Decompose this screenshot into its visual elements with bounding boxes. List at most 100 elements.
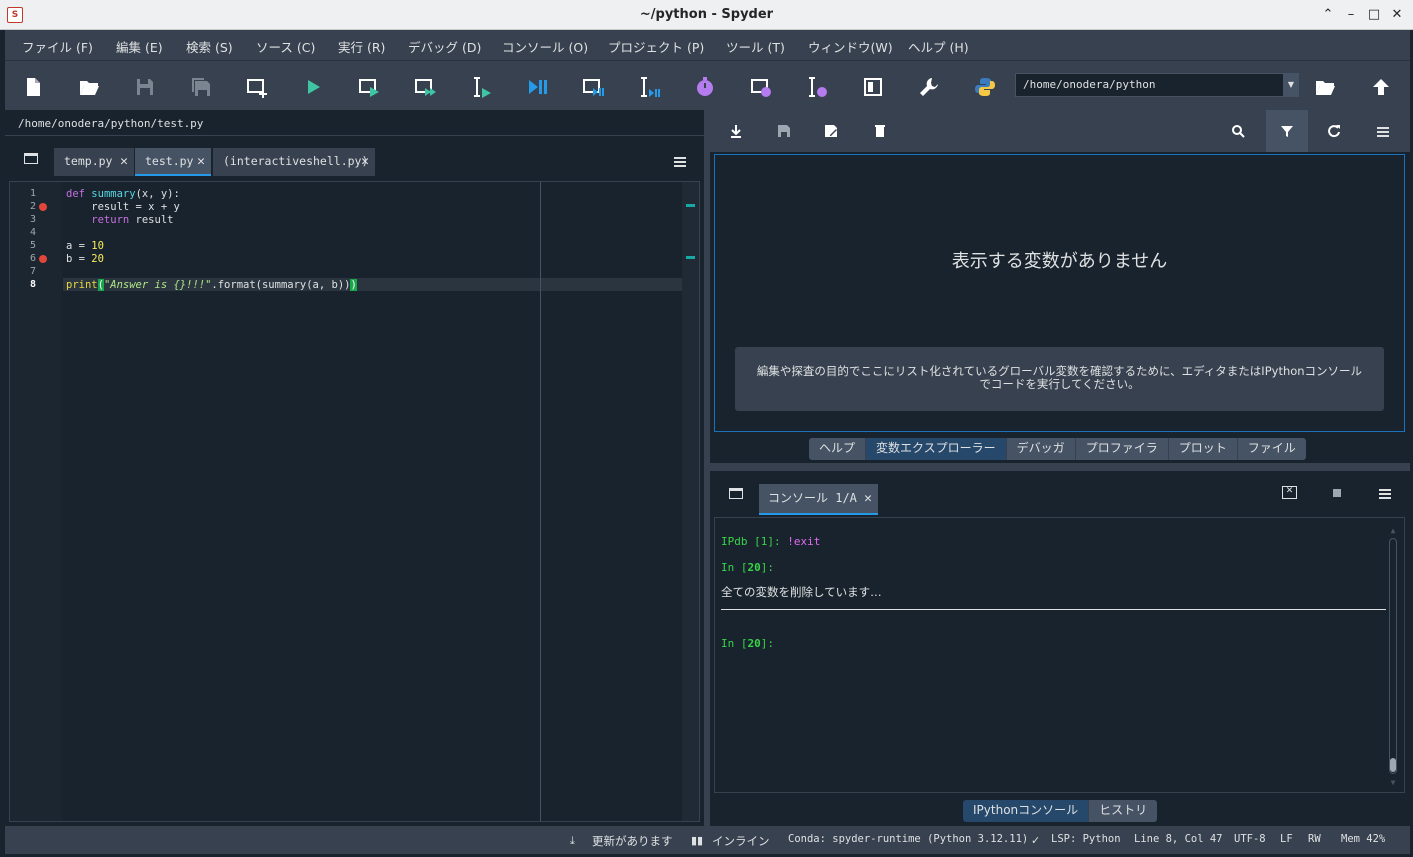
menu-edit[interactable]: 編集 (E) bbox=[116, 37, 163, 56]
menu-debug[interactable]: デバッグ (D) bbox=[408, 37, 481, 56]
close-icon[interactable]: ✕ bbox=[864, 484, 872, 513]
breakpoint-icon[interactable] bbox=[39, 255, 47, 263]
search-icon[interactable] bbox=[1228, 121, 1248, 141]
run-file-icon[interactable] bbox=[299, 73, 327, 101]
main-toolbar: /home/onodera/python ▼ bbox=[5, 60, 1410, 110]
scroll-thumb[interactable] bbox=[1390, 758, 1396, 772]
code-line: def summary(x, y): bbox=[66, 188, 180, 200]
run-selection-icon[interactable] bbox=[467, 73, 495, 101]
chevron-down-icon[interactable]: ▼ bbox=[1283, 73, 1299, 97]
status-inline[interactable]: インライン bbox=[712, 833, 770, 849]
horizontal-splitter[interactable] bbox=[710, 463, 1410, 471]
save-data-as-icon[interactable] bbox=[821, 121, 841, 141]
variable-explorer-toolbar bbox=[710, 110, 1410, 152]
code-line: print("Answer is {}!!!".format(summary(a… bbox=[66, 279, 357, 291]
open-file-icon[interactable] bbox=[75, 73, 103, 101]
close-icon[interactable]: ✕ bbox=[197, 148, 205, 175]
tab-profiler[interactable]: プロファイラ bbox=[1075, 438, 1169, 460]
line-number: 5 bbox=[29, 240, 36, 251]
tab-plots[interactable]: プロット bbox=[1168, 438, 1238, 460]
variable-list[interactable]: 表示する変数がありません 編集や探査の目的でここにリスト化されているグローバル変… bbox=[714, 154, 1405, 432]
empty-state-help: 編集や探査の目的でここにリスト化されているグローバル変数を確認するために、エディ… bbox=[735, 347, 1384, 411]
scroll-marker bbox=[686, 256, 695, 259]
editor-options-menu-icon[interactable] bbox=[674, 157, 686, 167]
tab-label: temp.py bbox=[64, 154, 113, 168]
debug-file-icon[interactable] bbox=[523, 73, 551, 101]
profile-selection-icon[interactable] bbox=[803, 73, 831, 101]
chevron-down-icon[interactable]: ▼ bbox=[1387, 778, 1399, 787]
new-cell-icon[interactable] bbox=[243, 73, 271, 101]
profile-cell-icon[interactable] bbox=[747, 73, 775, 101]
tab-debugger[interactable]: デバッガ bbox=[1006, 438, 1076, 460]
console-options-icon[interactable] bbox=[1379, 489, 1391, 499]
line-number: 2 bbox=[29, 201, 36, 212]
remove-all-variables-icon[interactable] bbox=[870, 121, 890, 141]
menu-file[interactable]: ファイル (F) bbox=[22, 37, 93, 56]
maximize-button[interactable]: □ bbox=[1364, 5, 1384, 25]
menu-run[interactable]: 実行 (R) bbox=[338, 37, 385, 56]
tab-ipython-console[interactable]: IPythonコンソール bbox=[963, 800, 1090, 822]
python-path-icon[interactable] bbox=[971, 73, 999, 101]
minimize-button[interactable]: – bbox=[1341, 5, 1361, 25]
maximize-pane-icon[interactable] bbox=[859, 73, 887, 101]
check-icon: ✓ bbox=[1031, 834, 1041, 847]
run-cell-advance-icon[interactable] bbox=[411, 73, 439, 101]
filter-icon[interactable] bbox=[1266, 110, 1308, 152]
tab-files[interactable]: ファイル bbox=[1237, 438, 1306, 460]
debug-selection-icon[interactable] bbox=[635, 73, 663, 101]
tab-console-1a[interactable]: コンソール 1/A ✕ bbox=[759, 484, 878, 515]
chevron-up-icon[interactable]: ▲ bbox=[1387, 526, 1399, 535]
close-icon[interactable]: ✕ bbox=[361, 148, 369, 175]
code-line: a = 10 bbox=[66, 240, 104, 252]
menu-window[interactable]: ウィンドウ(W) bbox=[808, 37, 893, 56]
save-data-icon[interactable] bbox=[774, 121, 794, 141]
tab-test-py[interactable]: test.py ✕ bbox=[135, 148, 211, 176]
tab-help[interactable]: ヘルプ bbox=[809, 438, 867, 460]
stop-icon[interactable] bbox=[1333, 489, 1341, 497]
code-editor[interactable]: 1 2 3 4 5 6 7 8 def summary(x, y): resul… bbox=[9, 181, 700, 822]
console-scrollbar[interactable]: ▲ ▼ bbox=[1387, 526, 1399, 790]
close-window-button[interactable]: ✕ bbox=[1387, 5, 1407, 25]
status-eol: LF bbox=[1280, 833, 1293, 845]
editor-pane: /home/onodera/python/test.py temp.py ✕ te… bbox=[5, 110, 704, 826]
working-directory-input[interactable]: /home/onodera/python bbox=[1015, 73, 1287, 97]
tab-interactiveshell-py[interactable]: (interactiveshell.py) ✕ bbox=[213, 148, 375, 176]
refresh-icon[interactable] bbox=[1324, 121, 1344, 141]
clear-console-icon[interactable]: ✕ bbox=[1282, 486, 1297, 499]
menu-tools[interactable]: ツール (T) bbox=[726, 37, 785, 56]
tab-temp-py[interactable]: temp.py ✕ bbox=[54, 148, 134, 176]
tab-history[interactable]: ヒストリ bbox=[1089, 800, 1158, 822]
wrench-icon[interactable] bbox=[915, 73, 943, 101]
debug-cell-icon[interactable] bbox=[579, 73, 607, 101]
menu-help[interactable]: ヘルプ (H) bbox=[908, 37, 969, 56]
run-cell-icon[interactable] bbox=[355, 73, 383, 101]
menu-search[interactable]: 検索 (S) bbox=[186, 37, 233, 56]
browse-tabs-icon[interactable] bbox=[24, 153, 38, 164]
editor-scrollbar[interactable] bbox=[682, 182, 699, 821]
save-all-icon[interactable] bbox=[187, 73, 215, 101]
variable-explorer-options-icon[interactable] bbox=[1377, 127, 1389, 137]
window-title: ~/python - Spyder bbox=[639, 7, 774, 22]
import-data-icon[interactable] bbox=[726, 121, 746, 141]
variable-explorer-pane: 表示する変数がありません 編集や探査の目的でここにリスト化されているグローバル変… bbox=[710, 110, 1410, 463]
tab-variable-explorer[interactable]: 変数エクスプローラー bbox=[866, 438, 1007, 460]
status-conda[interactable]: Conda: spyder-runtime (Python 3.12.11) bbox=[788, 833, 1028, 845]
editor-file-path: /home/onodera/python/test.py bbox=[18, 117, 204, 130]
browse-directory-icon[interactable] bbox=[1311, 73, 1339, 101]
breakpoint-icon[interactable] bbox=[39, 203, 47, 211]
status-encoding: UTF-8 bbox=[1234, 833, 1266, 845]
menu-projects[interactable]: プロジェクト (P) bbox=[608, 37, 704, 56]
menu-console[interactable]: コンソール (O) bbox=[502, 37, 588, 56]
menu-source[interactable]: ソース (C) bbox=[256, 37, 315, 56]
browse-tabs-icon[interactable] bbox=[729, 488, 743, 499]
new-file-icon[interactable] bbox=[19, 73, 47, 101]
status-lsp[interactable]: LSP: Python bbox=[1051, 833, 1121, 845]
chevron-up-icon[interactable]: ⌃ bbox=[1318, 5, 1338, 25]
close-icon[interactable]: ✕ bbox=[120, 148, 128, 175]
scroll-track bbox=[1389, 538, 1397, 774]
save-icon[interactable] bbox=[131, 73, 159, 101]
parent-directory-icon[interactable] bbox=[1367, 73, 1395, 101]
status-update[interactable]: 更新があります bbox=[592, 833, 673, 849]
console-output[interactable]: IPdb [1]: !exit In [20]: 全ての変数を削除しています… … bbox=[714, 517, 1405, 793]
profile-file-icon[interactable] bbox=[691, 73, 719, 101]
